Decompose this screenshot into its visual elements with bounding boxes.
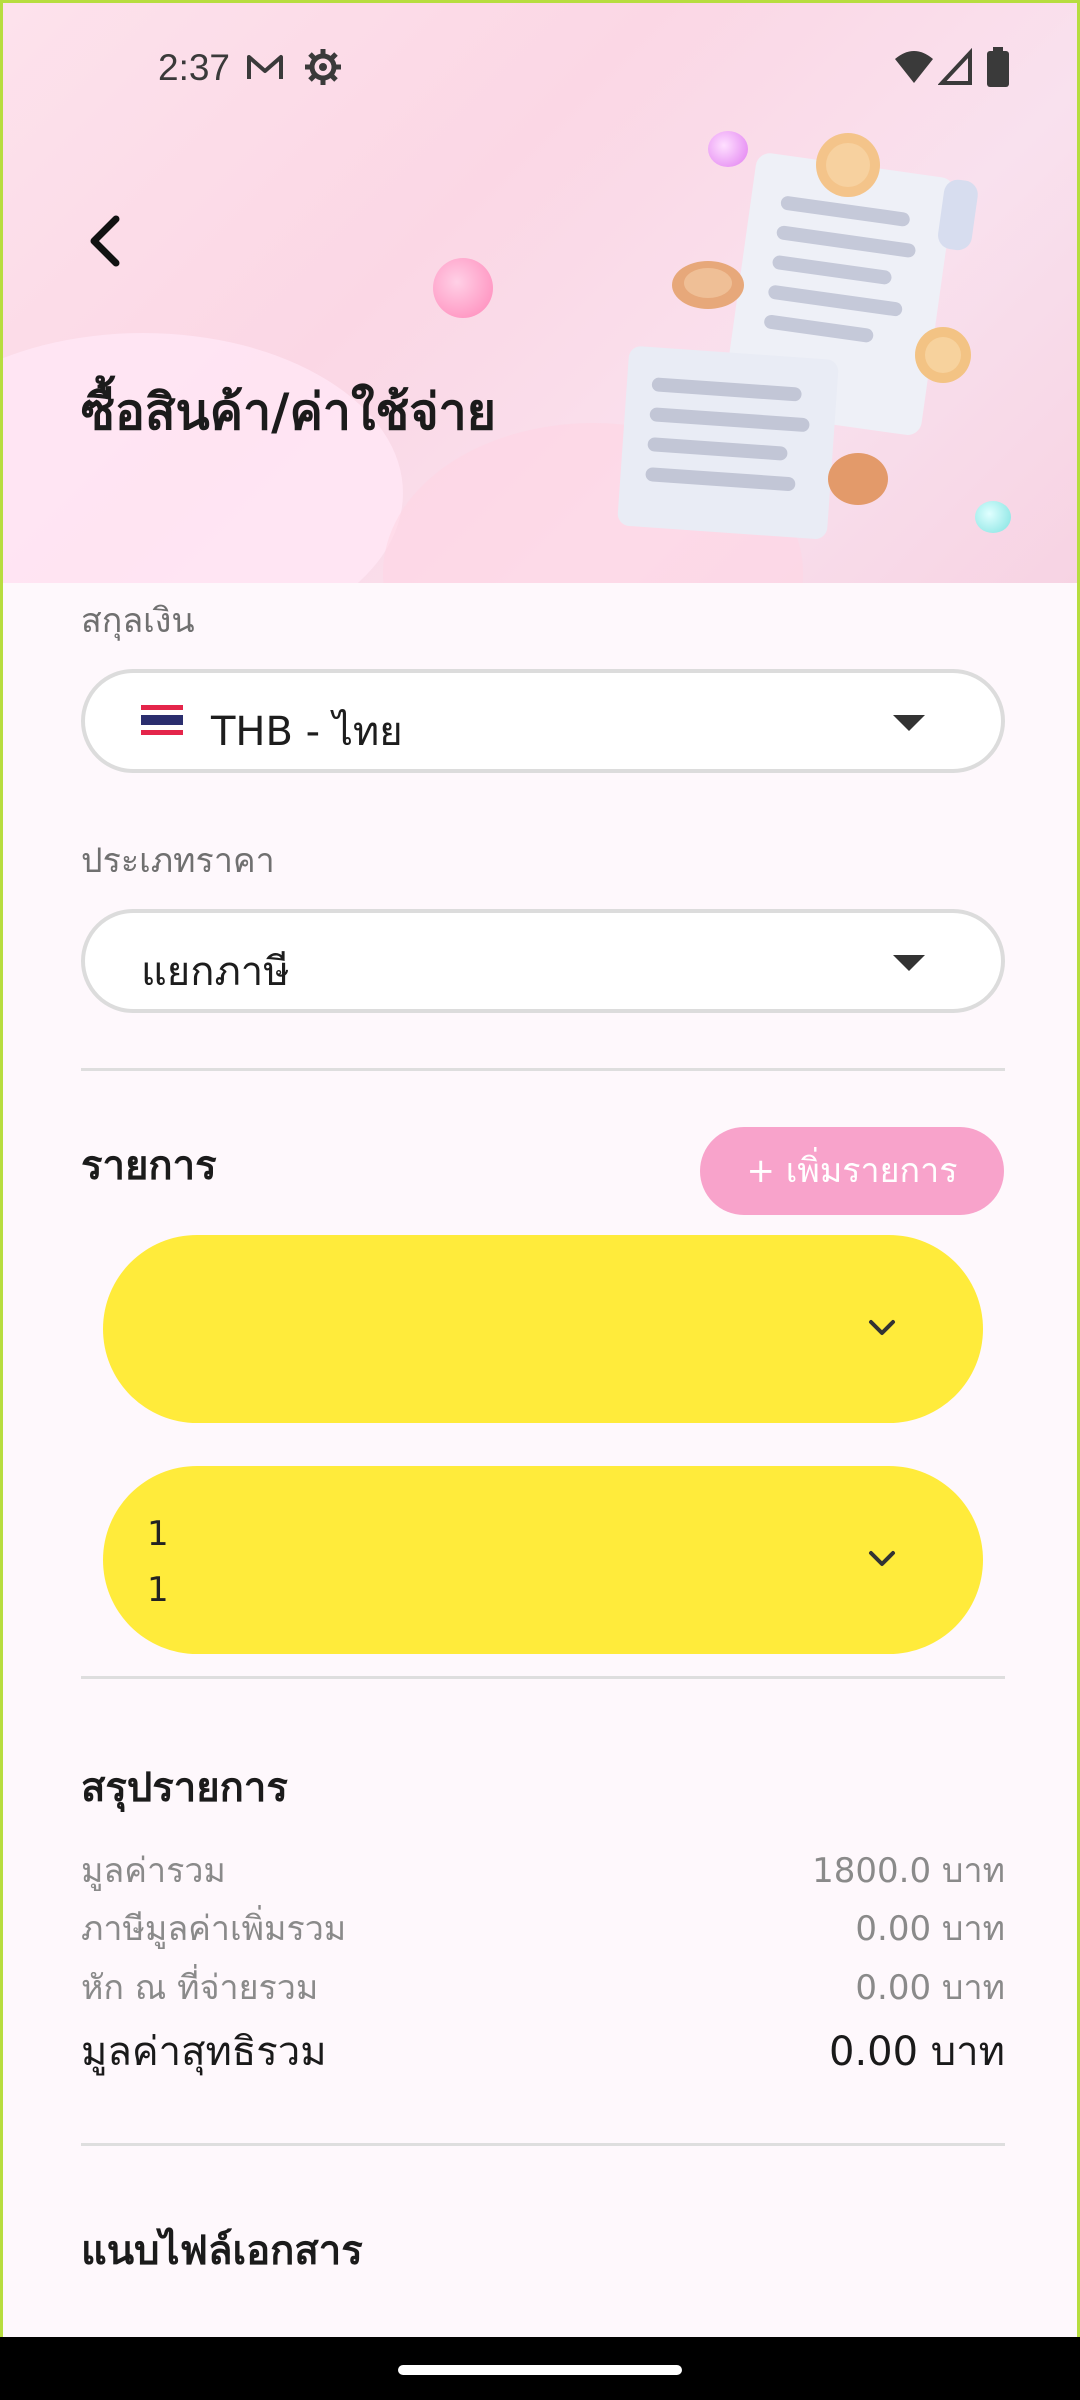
item-card[interactable] (103, 1235, 983, 1423)
caret-down-icon (893, 715, 925, 731)
summary-row-value: 0.00 บาท (855, 1909, 1005, 1949)
decor-blob (3, 333, 403, 583)
summary-row-value: 0.00 บาท (855, 1968, 1005, 2008)
app-frame: 2:37 ซื้อสินค้า/ค่าใช้จ่าย สกุลเงิน THB … (0, 0, 1080, 2337)
header-banner: 2:37 ซื้อสินค้า/ค่าใช้จ่าย (3, 3, 1077, 583)
status-bar: 2:37 (3, 3, 1077, 135)
item-line-2: 1 (147, 1570, 169, 1610)
item-card[interactable]: 1 1 (103, 1466, 983, 1654)
divider (81, 2143, 1005, 2146)
price-type-label: ประเภทราคา (81, 841, 275, 881)
price-type-value: แยกภาษี (141, 949, 290, 995)
summary-row-label: มูลค่ารวม (81, 1851, 226, 1891)
caret-down-icon (893, 955, 925, 971)
wifi-icon (893, 47, 935, 91)
currency-dropdown[interactable]: THB - ไทย (81, 669, 1005, 773)
thailand-flag-icon (141, 705, 183, 735)
chevron-down-icon (869, 1320, 895, 1335)
summary-row-label: ภาษีมูลค่าเพิ่มรวม (81, 1909, 347, 1949)
back-button[interactable] (78, 211, 138, 271)
summary-row-label: หัก ณ ที่จ่ายรวม (81, 1968, 319, 2008)
summary-total-value: 0.00 บาท (829, 2029, 1005, 2075)
summary-title: สรุปรายการ (81, 1765, 288, 1811)
price-type-dropdown[interactable]: แยกภาษี (81, 909, 1005, 1013)
status-time: 2:37 (158, 47, 231, 88)
currency-label: สกุลเงิน (81, 601, 195, 641)
chevron-down-icon (869, 1551, 895, 1566)
attachments-title: แนบไฟล์เอกสาร (81, 2228, 363, 2274)
items-title: รายการ (81, 1143, 217, 1189)
battery-icon (987, 47, 1009, 91)
page-title: ซื้อสินค้า/ค่าใช้จ่าย (81, 383, 496, 441)
signal-icon (937, 47, 974, 91)
system-nav-bar (0, 2337, 1080, 2400)
summary-total-label: มูลค่าสุทธิรวม (81, 2029, 327, 2075)
add-item-button[interactable]: + เพิ่มรายการ (700, 1127, 1004, 1215)
receipts-illustration (617, 133, 978, 539)
summary-row-value: 1800.0 บาท (812, 1851, 1005, 1891)
chevron-left-icon (90, 215, 120, 267)
divider (81, 1676, 1005, 1679)
item-line-1: 1 (147, 1514, 169, 1554)
decor-bubble (433, 258, 493, 318)
home-gesture-handle[interactable] (398, 2365, 682, 2375)
currency-value: THB - ไทย (211, 709, 403, 755)
settings-icon (303, 47, 343, 91)
gmail-icon (245, 47, 285, 91)
divider (81, 1068, 1005, 1071)
